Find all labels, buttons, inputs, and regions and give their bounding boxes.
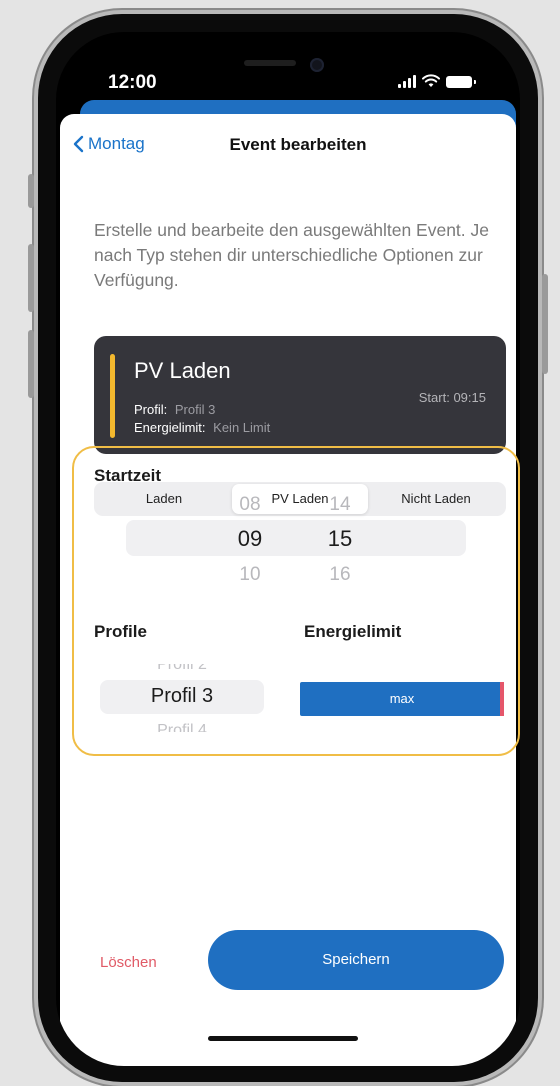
cellular-signal-icon bbox=[398, 74, 416, 88]
front-camera bbox=[310, 58, 324, 72]
battery-icon bbox=[446, 76, 476, 88]
energy-limit-handle[interactable] bbox=[500, 682, 504, 716]
description-text: Erstelle und bearbeite den ausgewählten … bbox=[94, 220, 489, 290]
minute-option[interactable]: 14 bbox=[320, 494, 360, 516]
save-button[interactable]: Speichern bbox=[208, 930, 504, 990]
speaker-grille bbox=[244, 60, 296, 66]
phone-frame: 12:00 Montag Event bearbeiten Erstelle u… bbox=[28, 14, 548, 1082]
event-start-time: Start: 09:15 bbox=[419, 390, 486, 405]
minute-option-selected[interactable]: 15 bbox=[320, 526, 360, 552]
energy-limit-slider[interactable]: max bbox=[300, 682, 504, 716]
page-title: Event bearbeiten bbox=[229, 135, 367, 154]
delete-button[interactable]: Löschen bbox=[100, 954, 157, 971]
event-accent-bar bbox=[110, 354, 115, 438]
event-energy-label: Energielimit: bbox=[134, 420, 206, 435]
power-button bbox=[542, 274, 548, 374]
phone-screen: 12:00 Montag Event bearbeiten Erstelle u… bbox=[56, 32, 520, 1066]
event-energy-value: Kein Limit bbox=[213, 420, 271, 435]
status-time: 12:00 bbox=[108, 72, 157, 93]
minute-option[interactable]: 16 bbox=[320, 564, 360, 586]
navigation-bar: Montag Event bearbeiten bbox=[60, 114, 516, 174]
profile-option-selected[interactable]: Profil 3 bbox=[100, 685, 264, 708]
event-title: PV Laden bbox=[134, 358, 231, 383]
volume-down-button bbox=[28, 330, 34, 398]
event-start-value: 09:15 bbox=[453, 390, 486, 405]
event-summary-card: PV Laden Start: 09:15 Profil: Profil 3 E… bbox=[94, 336, 506, 454]
event-start-label: Start: bbox=[418, 390, 450, 405]
event-profile-label: Profil: bbox=[134, 402, 168, 417]
status-icons bbox=[398, 74, 476, 88]
volume-up-button bbox=[28, 244, 34, 312]
wifi-icon bbox=[422, 74, 440, 87]
event-profile-line: Profil: Profil 3 bbox=[134, 402, 215, 417]
energy-limit-value: max bbox=[389, 691, 415, 706]
hour-option[interactable]: 08 bbox=[230, 494, 270, 516]
event-profile-value: Profil 3 bbox=[174, 402, 216, 417]
energy-limit-label: Energielimit bbox=[304, 622, 402, 641]
time-picker-selection-band bbox=[126, 520, 466, 556]
hour-option[interactable]: 10 bbox=[230, 564, 270, 586]
start-time-label: Startzeit bbox=[94, 466, 162, 485]
profile-label: Profile bbox=[94, 622, 147, 641]
event-energy-line: Energielimit: Kein Limit bbox=[134, 420, 270, 435]
mute-switch bbox=[28, 174, 34, 208]
home-indicator bbox=[208, 1036, 358, 1041]
hour-option-selected[interactable]: 09 bbox=[230, 526, 270, 552]
